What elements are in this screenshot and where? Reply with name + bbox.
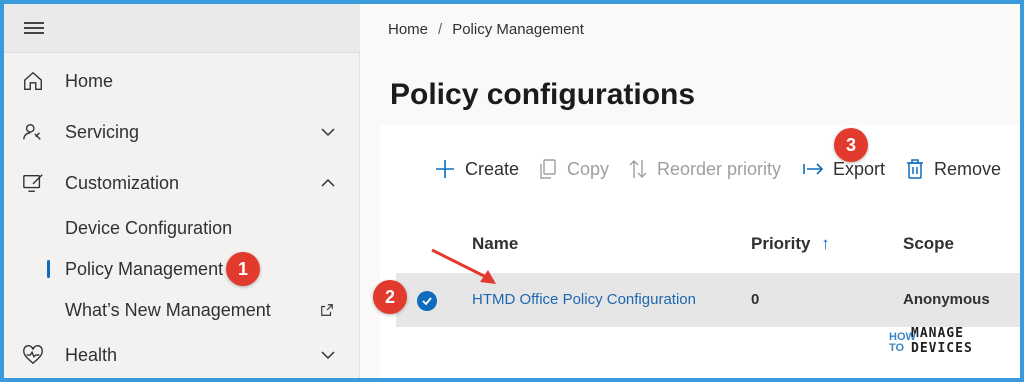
priority-header-label: Priority <box>751 234 811 253</box>
copy-label: Copy <box>567 158 610 179</box>
policy-name-link[interactable]: HTMD Office Policy Configuration <box>472 291 696 308</box>
sidebar-item-customization[interactable]: Customization <box>4 161 360 205</box>
sidebar-item-label: Customization <box>65 172 180 193</box>
chevron-up-icon <box>321 178 335 187</box>
servicing-icon <box>23 123 41 140</box>
logo-manage-devices: MANAGE DEVICES <box>911 326 973 356</box>
hamburger-menu-icon[interactable] <box>24 22 44 34</box>
chevron-down-icon <box>321 128 335 137</box>
logo-to-text: TO <box>889 342 905 354</box>
export-label: Export <box>833 158 886 179</box>
export-arrow-icon <box>803 163 824 175</box>
sidebar-subitem-whats-new-management[interactable]: What’s New Management <box>4 292 360 328</box>
sidebar-subitem-policy-management[interactable]: Policy Management <box>4 251 360 287</box>
sidebar-item-label: Health <box>65 344 118 365</box>
column-header-scope[interactable]: Scope <box>903 234 954 254</box>
copy-icon <box>540 159 556 179</box>
column-header-priority[interactable]: Priority ↑ <box>751 234 830 254</box>
sidebar-subitem-label: Policy Management <box>65 258 224 279</box>
create-label: Create <box>465 158 520 179</box>
row-checkbox[interactable] <box>417 291 437 311</box>
sidebar-header <box>4 4 360 53</box>
active-indicator <box>47 260 50 278</box>
plus-icon <box>436 160 454 178</box>
logo-line1: MANAGE <box>911 326 964 341</box>
sidebar-item-label: Home <box>65 70 114 91</box>
sort-arrows-icon <box>629 160 647 178</box>
open-external-icon <box>321 304 333 316</box>
breadcrumb-home-link[interactable]: Home <box>388 21 428 38</box>
annotation-badge-1: 1 <box>226 252 260 286</box>
copy-button[interactable]: Copy <box>538 151 609 187</box>
health-icon <box>23 345 43 365</box>
logo-line2: DEVICES <box>911 341 973 356</box>
breadcrumb-current: Policy Management <box>452 21 584 38</box>
howto-manage-devices-logo: HOW TO MANAGE DEVICES <box>889 322 1017 370</box>
breadcrumb-separator: / <box>438 21 443 38</box>
sidebar-item-health[interactable]: Health <box>4 333 360 377</box>
sidebar: Home Servicing Customization Device Conf… <box>4 4 360 378</box>
annotation-badge-3: 3 <box>834 128 868 162</box>
sidebar-subitem-label: What’s New Management <box>65 299 271 320</box>
create-button[interactable]: Create <box>434 151 519 187</box>
checkmark-icon <box>422 297 432 306</box>
breadcrumb: Home / Policy Management <box>388 21 584 38</box>
page-title: Policy configurations <box>390 78 696 111</box>
sort-ascending-icon: ↑ <box>821 234 830 253</box>
sidebar-item-home[interactable]: Home <box>4 59 360 103</box>
sidebar-item-servicing[interactable]: Servicing <box>4 110 360 154</box>
remove-label: Remove <box>934 158 1002 179</box>
reorder-priority-label: Reorder priority <box>657 158 782 179</box>
sidebar-item-label: Servicing <box>65 121 140 142</box>
chevron-down-icon <box>321 351 335 360</box>
annotation-arrow-icon <box>431 248 496 284</box>
customization-icon <box>23 174 43 192</box>
policy-priority: 0 <box>751 291 760 308</box>
trash-icon <box>907 159 923 179</box>
annotation-badge-2: 2 <box>373 280 407 314</box>
sidebar-subitem-label: Device Configuration <box>65 217 233 238</box>
policy-scope: Anonymous <box>903 291 990 308</box>
home-icon <box>24 71 42 90</box>
reorder-priority-button[interactable]: Reorder priority <box>628 151 781 187</box>
sidebar-subitem-device-configuration[interactable]: Device Configuration <box>4 210 360 246</box>
remove-button[interactable]: Remove <box>905 151 1001 187</box>
app-frame: Home Servicing Customization Device Conf… <box>4 4 1020 378</box>
